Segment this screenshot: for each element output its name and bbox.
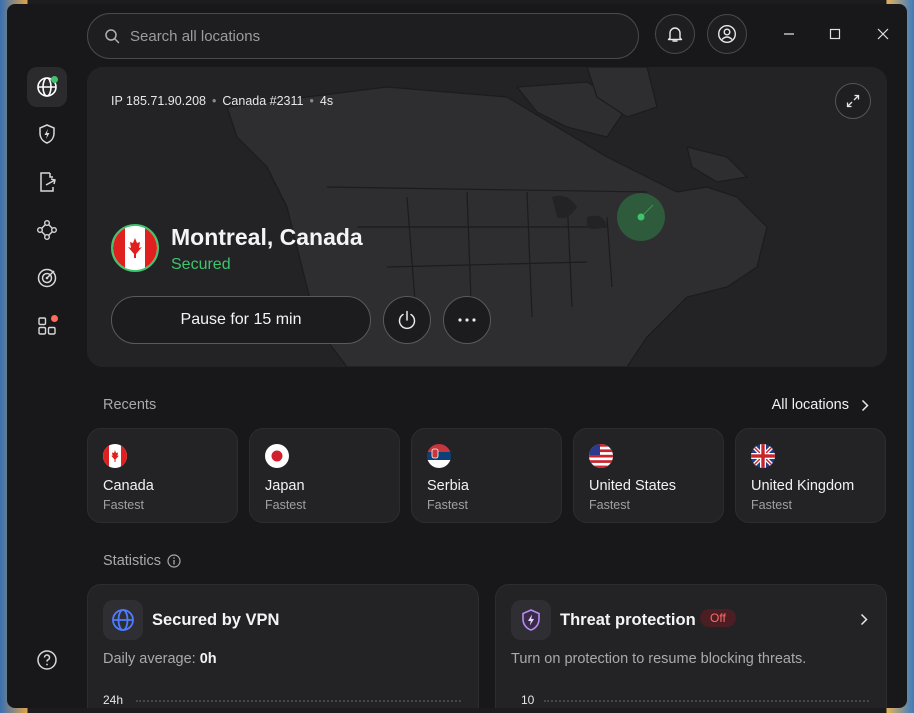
recent-location-card[interactable]: Serbia Fastest [411,428,562,523]
sidebar-item-split-tunneling[interactable] [27,162,67,202]
sidebar-item-dark-web-monitor[interactable] [27,258,67,298]
bell-icon [667,27,683,42]
statistics-label: Statistics [103,553,162,569]
server-name: Canada #2311 [222,94,304,108]
canada-flag-icon [103,444,127,468]
recent-location-name: Serbia [427,478,469,494]
connected-dot [51,76,58,83]
vpn-globe-icon [103,600,143,640]
recent-location-name: United States [589,478,677,494]
canada-flag-icon [111,224,159,272]
recent-location-card[interactable]: United States Fastest [573,428,724,523]
all-locations-link[interactable]: All locations [772,397,869,413]
account-button[interactable] [707,14,747,54]
recents-heading: Recents [103,397,157,413]
connection-duration: 4s [319,94,334,108]
recent-location-sub: Fastest [265,498,306,512]
vpn-stats-card[interactable]: Secured by VPN Daily average: 0h 24h [87,584,479,708]
info-icon[interactable] [167,554,181,568]
sidebar-item-apps[interactable] [27,306,67,346]
chart-gridline [136,700,461,702]
more-options-button[interactable] [443,296,491,344]
power-icon [398,310,416,330]
close-button[interactable] [873,24,893,44]
maximize-icon [829,28,841,40]
expand-map-button[interactable] [835,83,871,119]
recent-location-name: Japan [265,478,305,494]
threat-shield-icon [511,600,551,640]
separator-dot: • [309,94,314,108]
search-bar[interactable] [87,13,639,59]
vpn-stats-title: Secured by VPN [152,611,280,629]
notifications-button[interactable] [655,14,695,54]
connection-status: Secured [171,256,231,273]
sidebar-item-locations[interactable] [27,67,67,107]
more-icon [458,318,476,322]
connection-info: IP 185.71.90.208 • Canada #2311 • 4s [111,94,333,108]
chart-gridline [544,700,869,702]
user-icon [717,24,737,44]
japan-flag-icon [265,444,289,468]
expand-icon [846,94,860,108]
uk-flag-icon [751,444,775,468]
search-input[interactable] [130,27,610,45]
close-icon [877,28,889,40]
threat-protection-card[interactable]: Threat protection Off Turn on protection… [495,584,887,708]
recent-location-sub: Fastest [427,498,468,512]
help-button[interactable] [27,640,67,680]
sidebar-item-threat-protection[interactable] [27,114,67,154]
chevron-right-icon[interactable] [860,613,868,626]
status-badge: Off [700,609,736,627]
recent-location-sub: Fastest [751,498,792,512]
app-window: IP 185.71.90.208 • Canada #2311 • 4s Mon… [7,4,907,708]
recent-location-name: United Kingdom [751,478,855,494]
file-export-icon [40,172,56,192]
daily-average-value: 0h [199,651,217,667]
threat-protection-title: Threat protection [560,611,696,629]
target-icon [37,268,57,288]
connected-location: Montreal, Canada [171,224,363,250]
notification-dot [51,315,58,322]
meshnet-icon [37,220,57,240]
search-icon [105,29,120,44]
help-icon [37,650,57,670]
minimize-button[interactable] [779,24,799,44]
recent-location-card[interactable]: Canada Fastest [87,428,238,523]
serbia-flag-icon [427,444,451,468]
us-flag-icon [589,444,613,468]
recent-location-card[interactable]: United Kingdom Fastest [735,428,886,523]
minimize-icon [784,33,794,35]
pause-button[interactable]: Pause for 15 min [111,296,371,344]
separator-dot: • [212,94,217,108]
connection-card: IP 185.71.90.208 • Canada #2311 • 4s Mon… [87,67,887,367]
threat-protection-description: Turn on protection to resume blocking th… [511,651,807,667]
threat-axis-top-label: 10 [521,693,535,707]
recent-location-sub: Fastest [103,498,144,512]
recent-location-sub: Fastest [589,498,630,512]
disconnect-button[interactable] [383,296,431,344]
ip-address: IP 185.71.90.208 [111,94,206,108]
chevron-right-icon [861,399,869,411]
daily-average-label: Daily average: [103,651,200,667]
all-locations-label: All locations [771,397,849,413]
recent-location-card[interactable]: Japan Fastest [249,428,400,523]
shield-bolt-icon [39,124,55,144]
recent-location-name: Canada [103,478,154,494]
vpn-axis-top-label: 24h [103,693,124,707]
sidebar-item-meshnet[interactable] [27,210,67,250]
maximize-button[interactable] [825,24,845,44]
statistics-heading: Statistics [103,553,181,569]
daily-average: Daily average: 0h [103,651,217,667]
